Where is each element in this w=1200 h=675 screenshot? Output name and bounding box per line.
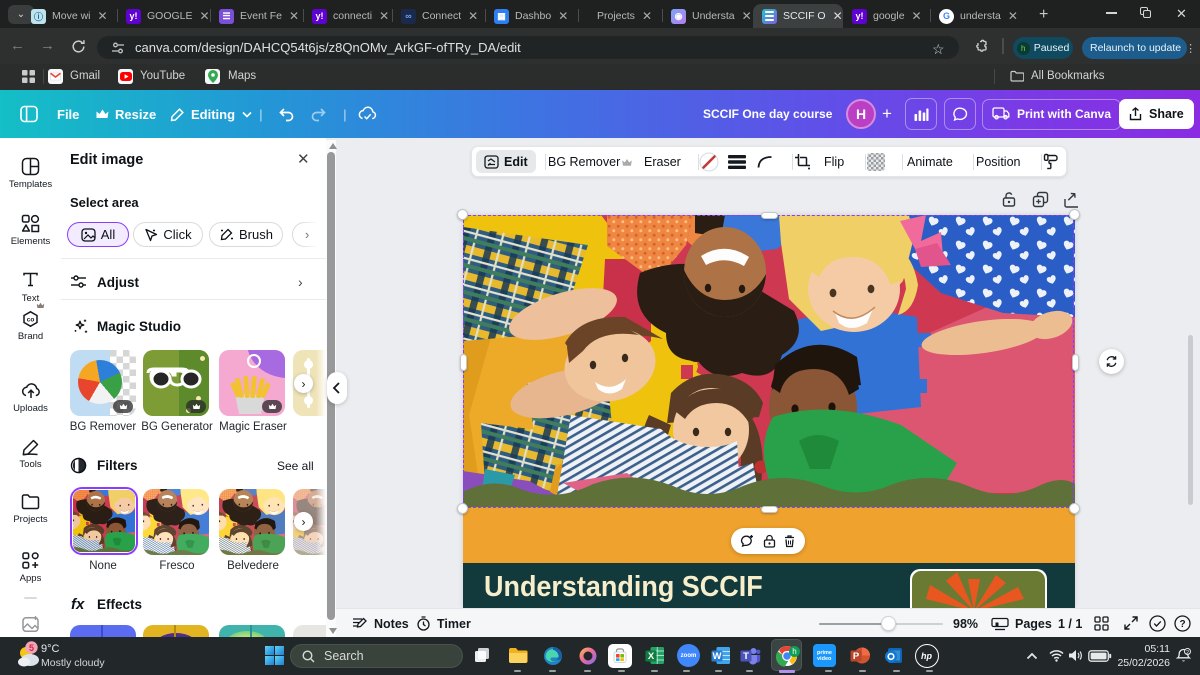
svg-text:5: 5 [29,643,34,653]
svg-text:P: P [852,651,859,662]
svg-text:co: co [27,317,35,324]
svg-text:W: W [712,651,721,662]
svg-text:2: 2 [1186,650,1189,656]
svg-text:?: ? [1179,619,1185,630]
svg-text:T: T [743,651,749,662]
svg-text:X: X [647,651,654,662]
